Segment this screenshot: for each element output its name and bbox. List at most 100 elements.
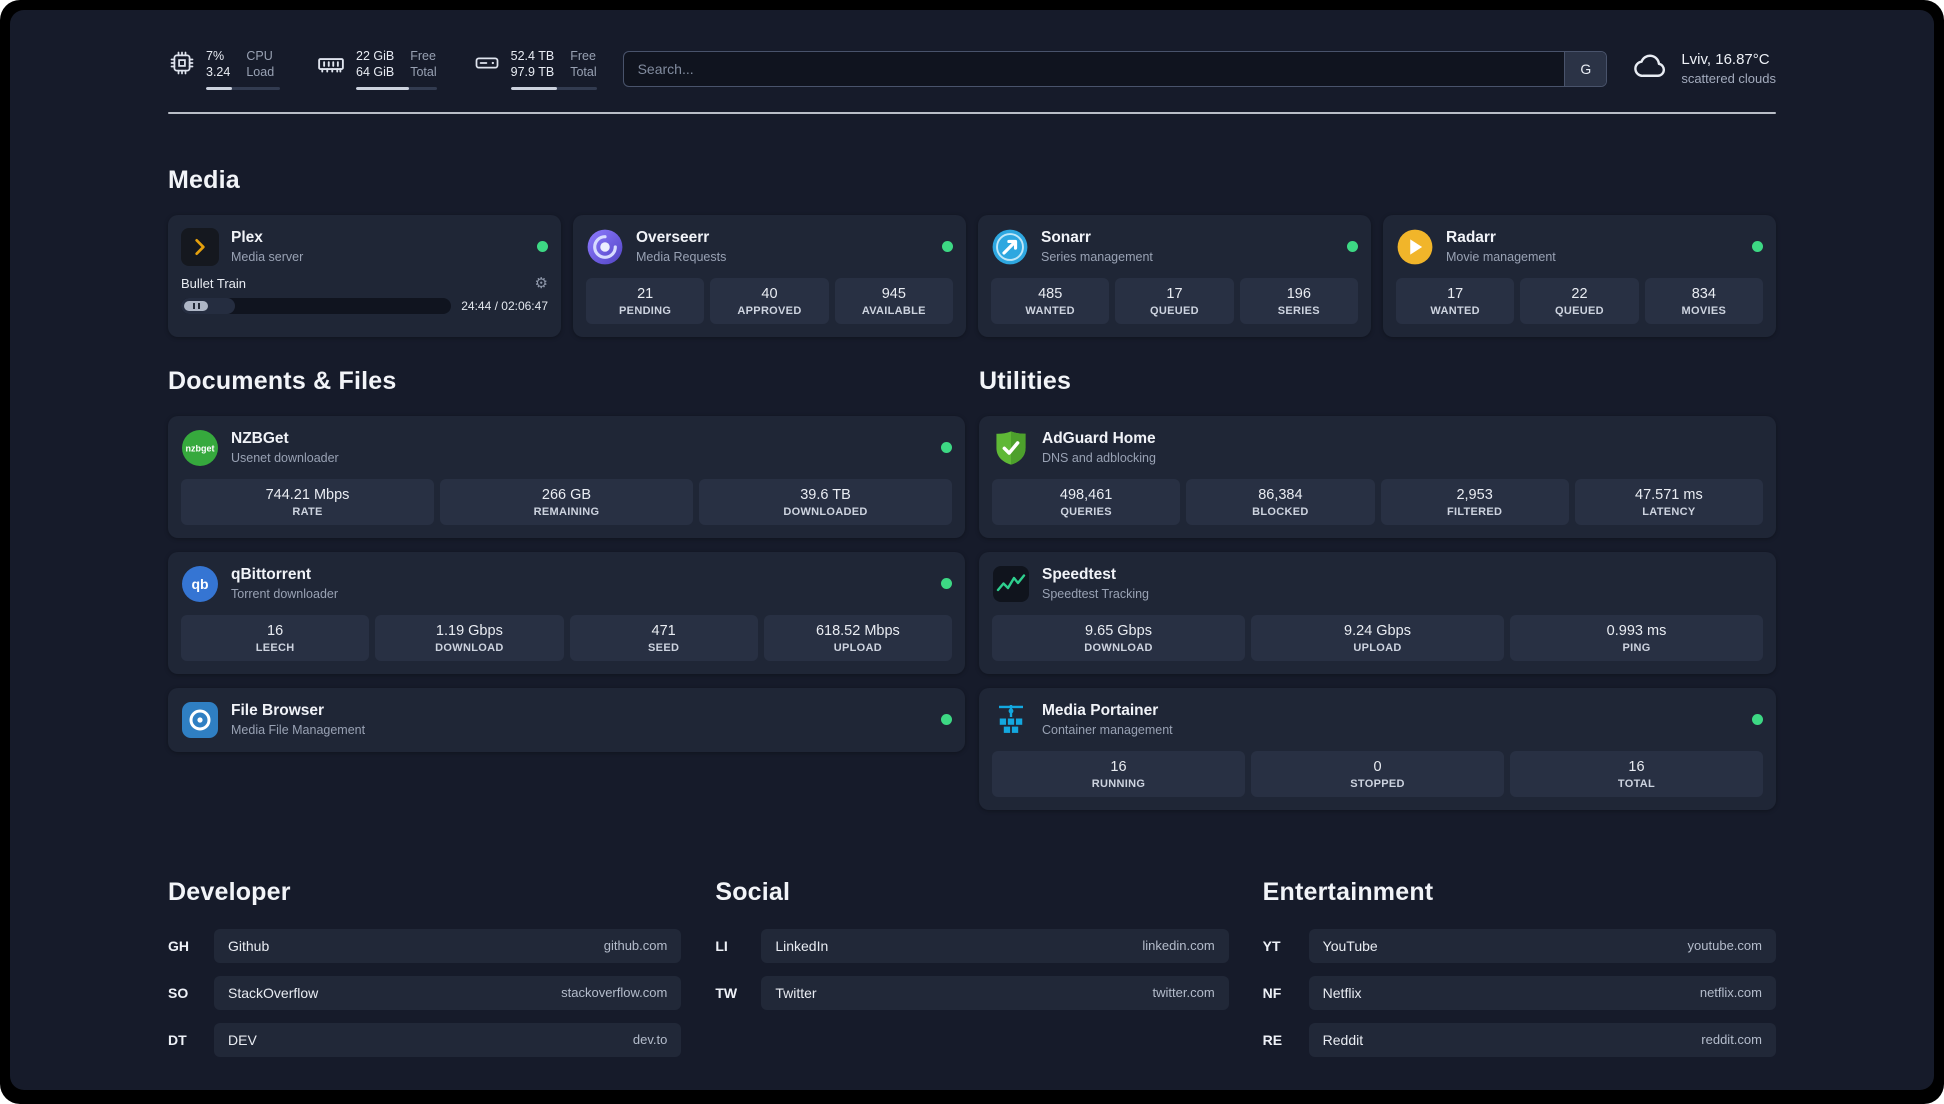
app-card-overseerr[interactable]: Overseerr Media Requests 21 PENDING 40 APP… xyxy=(573,214,966,337)
bookmark-link-linkedin[interactable]: LinkedIn linkedin.com xyxy=(761,928,1229,963)
filebrowser-icon xyxy=(181,701,219,739)
search-bar: G xyxy=(622,50,1608,87)
bookmark-link-stackoverflow[interactable]: StackOverflow stackoverflow.com xyxy=(214,975,682,1010)
cloud-icon xyxy=(1633,48,1669,89)
bookmark-link-youtube[interactable]: YouTube youtube.com xyxy=(1308,928,1776,963)
bookmark-row: YT YouTube youtube.com xyxy=(1262,928,1776,963)
bookmark-link-dev[interactable]: DEV dev.to xyxy=(214,1022,682,1057)
memory-stat: 22 GiB 64 GiB Free Total xyxy=(316,48,437,90)
stat-tile: 17 QUEUED xyxy=(1115,277,1234,324)
app-card-nzbget[interactable]: nzbget NZBGet Usenet downloader 744.21 M… xyxy=(168,415,965,538)
cpu-stat: 7% 3.24 CPU Load xyxy=(168,48,280,90)
playback-progress-bar[interactable] xyxy=(181,297,452,314)
stat-tile: 2,953 FILTERED xyxy=(1380,478,1569,525)
bookmark-abbr: NF xyxy=(1262,984,1282,1001)
status-indicator xyxy=(942,241,953,252)
app-card-portainer[interactable]: Media Portainer Container management 16 R… xyxy=(979,687,1776,810)
bookmark-abbr: YT xyxy=(1262,937,1281,954)
cpu-icon xyxy=(168,49,196,82)
stat-tile: 498,461 QUERIES xyxy=(992,478,1181,525)
stat-tile: 471 SEED xyxy=(569,614,758,661)
app-card-qbittorrent[interactable]: qb qBittorrent Torrent downloader 16 LEEC… xyxy=(168,551,965,674)
app-name: Speedtest xyxy=(1042,565,1117,583)
bookmark-url: github.com xyxy=(603,938,668,953)
app-card-radarr[interactable]: Radarr Movie management 17 WANTED 22 QUEUE… xyxy=(1383,214,1776,337)
stat-tile: 39.6 TB DOWNLOADED xyxy=(699,478,952,525)
bookmark-name: Twitter xyxy=(775,984,817,1001)
search-input[interactable] xyxy=(623,51,1565,86)
section-title-documents: Documents & Files xyxy=(168,366,397,395)
section-title-entertainment: Entertainment xyxy=(1262,877,1434,906)
cpu-labels: CPU Load xyxy=(246,49,275,80)
pause-button[interactable] xyxy=(184,300,208,311)
app-subtitle: Series management xyxy=(1041,249,1153,264)
app-card-adguard[interactable]: AdGuard Home DNS and adblocking 498,461 Q… xyxy=(979,415,1776,538)
status-indicator xyxy=(941,442,952,453)
app-name: Sonarr xyxy=(1041,228,1091,246)
stat-tile: 834 MOVIES xyxy=(1644,277,1763,324)
memory-labels: Free Total xyxy=(410,49,437,80)
section-title-utilities: Utilities xyxy=(979,366,1072,395)
topbar-divider xyxy=(168,111,1776,114)
bookmark-abbr: RE xyxy=(1262,1031,1283,1048)
status-indicator xyxy=(537,241,548,252)
bookmark-group-entertainment: Entertainment YT YouTube youtube.com NF … xyxy=(1263,878,1776,1070)
bookmark-abbr: TW xyxy=(715,984,738,1001)
status-indicator xyxy=(941,714,952,725)
gear-icon[interactable]: ⚙ xyxy=(535,276,548,291)
disk-values: 52.4 TB 97.9 TB xyxy=(510,49,555,80)
disk-labels: Free Total xyxy=(570,49,597,80)
bookmark-name: Netflix xyxy=(1322,984,1362,1001)
bookmark-url: twitter.com xyxy=(1152,985,1215,1000)
svg-text:qb: qb xyxy=(191,576,208,592)
stat-tile: 16 LEECH xyxy=(181,614,370,661)
now-playing-title: Bullet Train xyxy=(181,275,247,291)
disk-icon xyxy=(473,49,501,82)
app-name: Media Portainer xyxy=(1042,701,1159,719)
app-card-sonarr[interactable]: Sonarr Series management 485 WANTED 17 QUE… xyxy=(978,214,1371,337)
radarr-icon xyxy=(1396,228,1434,266)
bookmark-row: NF Netflix netflix.com xyxy=(1262,975,1776,1010)
app-card-plex[interactable]: Plex Media server Bullet Train ⚙ 24:44 /… xyxy=(168,214,561,337)
section-utilities: Utilities AdGuard Home DNS and adblockin… xyxy=(979,367,1776,824)
app-subtitle: Torrent downloader xyxy=(231,586,339,601)
app-subtitle: Media Requests xyxy=(636,249,727,264)
bookmark-link-netflix[interactable]: Netflix netflix.com xyxy=(1308,975,1776,1010)
bookmark-url: reddit.com xyxy=(1701,1032,1762,1047)
status-indicator xyxy=(1752,714,1763,725)
dashboard-page: 7% 3.24 CPU Load 22 GiB 64 GiB Free Tota… xyxy=(10,10,1934,1090)
weather-condition: scattered clouds xyxy=(1681,71,1776,87)
stat-tile: 266 GB REMAINING xyxy=(440,478,693,525)
bookmark-url: netflix.com xyxy=(1699,985,1762,1000)
bookmark-name: Reddit xyxy=(1322,1031,1364,1048)
app-subtitle: DNS and adblocking xyxy=(1042,450,1156,465)
bookmark-name: Github xyxy=(228,937,270,954)
bookmark-abbr: SO xyxy=(168,984,189,1001)
bookmark-group-developer: Developer GH Github github.com SO StackO… xyxy=(168,878,682,1070)
section-title-social: Social xyxy=(715,877,791,906)
app-name: AdGuard Home xyxy=(1042,429,1156,447)
bookmark-name: LinkedIn xyxy=(775,937,829,954)
section-media: Media Plex Media server Bullet Train ⚙ 2… xyxy=(168,166,1776,337)
bookmark-row: SO StackOverflow stackoverflow.com xyxy=(168,975,682,1010)
system-stats: 7% 3.24 CPU Load 22 GiB 64 GiB Free Tota… xyxy=(168,48,597,90)
app-card-speedtest[interactable]: Speedtest Speedtest Tracking 9.65 Gbps DO… xyxy=(979,551,1776,674)
bookmark-url: youtube.com xyxy=(1687,938,1762,953)
stat-tile: 16 RUNNING xyxy=(992,750,1245,797)
bookmark-link-reddit[interactable]: Reddit reddit.com xyxy=(1308,1022,1776,1057)
stat-tile: 945 AVAILABLE xyxy=(834,277,953,324)
bookmark-row: GH Github github.com xyxy=(168,928,682,963)
bookmark-link-github[interactable]: Github github.com xyxy=(214,928,682,963)
stat-tile: 22 QUEUED xyxy=(1520,277,1639,324)
weather-widget: Lviv, 16.87°C scattered clouds xyxy=(1633,48,1776,89)
stat-tile: 47.571 ms LATENCY xyxy=(1574,478,1763,525)
app-subtitle: Usenet downloader xyxy=(231,450,339,465)
app-subtitle: Media server xyxy=(231,249,304,264)
bookmark-link-twitter[interactable]: Twitter twitter.com xyxy=(761,975,1229,1010)
search-engine-button[interactable]: G xyxy=(1564,51,1607,86)
section-title-media: Media xyxy=(168,165,240,194)
stat-tile: 0 STOPPED xyxy=(1251,750,1504,797)
stat-tile: 40 APPROVED xyxy=(710,277,829,324)
bookmark-name: StackOverflow xyxy=(228,984,319,1001)
app-card-filebrowser[interactable]: File Browser Media File Management xyxy=(168,687,965,752)
